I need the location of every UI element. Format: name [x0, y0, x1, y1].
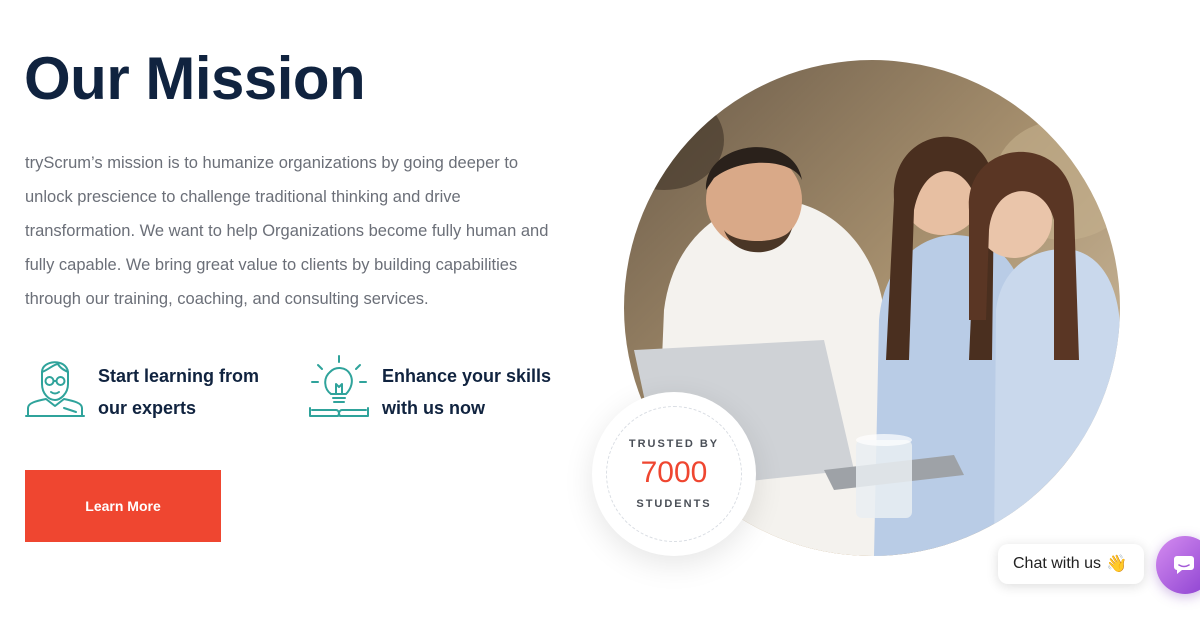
badge-bottom-label: STUDENTS [636, 498, 712, 510]
mission-description: tryScrum’s mission is to humanize organi… [25, 154, 549, 308]
teacher-icon [24, 354, 86, 418]
learn-more-button[interactable]: Learn More [25, 470, 221, 542]
feature-learn-from-experts: Start learning from our experts [24, 354, 268, 424]
lightbulb-book-icon [308, 354, 370, 418]
feature-label: Enhance your skills with us now [382, 366, 552, 418]
feature-enhance-skills: Enhance your skills with us now [308, 354, 557, 424]
chat-label: Chat with us [1013, 555, 1102, 572]
feature-label: Start learning from our experts [98, 366, 260, 418]
wave-emoji-icon: 👋 [1106, 554, 1128, 573]
chat-with-us-pill[interactable]: Chat with us 👋 [998, 544, 1144, 584]
section-title: Our Mission [24, 45, 366, 112]
chat-launcher-button[interactable] [1156, 536, 1200, 594]
badge-student-count: 7000 [640, 456, 708, 489]
trusted-by-badge: TRUSTED BY 7000 STUDENTS [592, 392, 756, 556]
badge-top-label: TRUSTED BY [628, 438, 720, 450]
